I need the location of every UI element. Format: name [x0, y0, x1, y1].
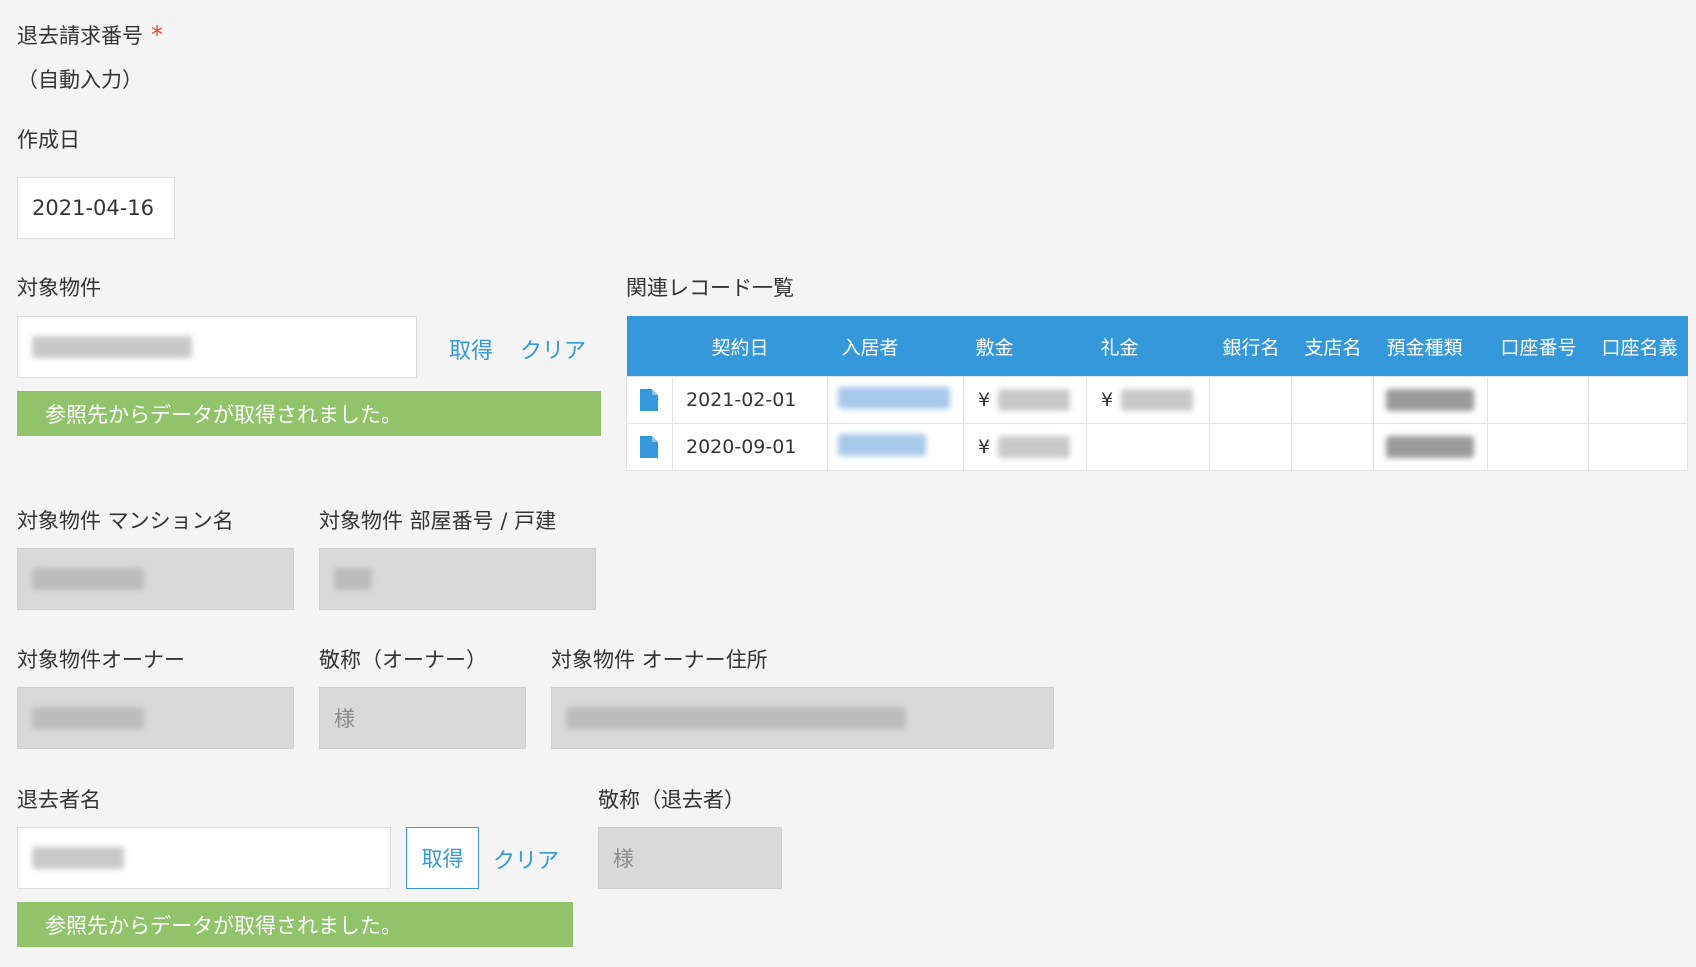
document-icon[interactable]: [640, 436, 658, 459]
mansion-name-label: 対象物件 マンション名: [17, 509, 234, 533]
deposit-cell: ¥: [963, 376, 1087, 424]
column-header: 支店名: [1291, 316, 1374, 377]
redacted-text: [32, 336, 192, 358]
leaver-name-label: 退去者名: [17, 788, 101, 812]
tenant-cell[interactable]: [827, 423, 964, 471]
owner-address-label: 対象物件 オーナー住所: [551, 648, 768, 672]
account-type-cell: [1373, 376, 1488, 424]
currency-symbol: ¥: [1101, 388, 1114, 411]
redacted-link[interactable]: [838, 386, 950, 409]
redacted-text: [998, 436, 1071, 459]
column-header: 敷金: [963, 316, 1087, 377]
table-header-row: 契約日 入居者 敷金 礼金 銀行名 支店名 預金種類 口座番号 口座名義: [626, 316, 1688, 377]
owner-address-field: [551, 687, 1054, 749]
leaver-clear-link[interactable]: クリア: [493, 843, 559, 875]
key-money-cell: [1086, 423, 1210, 471]
bank-name-cell: [1209, 376, 1292, 424]
property-input[interactable]: [17, 316, 417, 378]
leaver-get-button[interactable]: 取得: [406, 827, 479, 889]
account-holder-cell: [1588, 376, 1688, 424]
deposit-cell: ¥: [963, 423, 1087, 471]
column-header-icon: [626, 316, 673, 377]
redacted-text: [1386, 436, 1474, 459]
redacted-text: [32, 568, 144, 590]
key-money-cell: ¥: [1086, 376, 1210, 424]
branch-name-cell: [1291, 423, 1374, 471]
record-link-cell[interactable]: [626, 376, 673, 424]
tenant-cell[interactable]: [827, 376, 964, 424]
redacted-text: [32, 847, 124, 869]
table-row: 2020-09-01 ¥: [626, 423, 1688, 471]
redacted-text: [1121, 389, 1194, 412]
column-header: 契約日: [672, 316, 828, 377]
account-holder-cell: [1588, 423, 1688, 471]
property-label: 対象物件: [17, 276, 101, 300]
document-icon[interactable]: [640, 389, 658, 412]
related-records-table: 契約日 入居者 敷金 礼金 銀行名 支店名 預金種類 口座番号 口座名義 202…: [626, 316, 1688, 471]
room-number-label: 対象物件 部屋番号 / 戸建: [319, 509, 557, 533]
withdrawal-number-label-text: 退去請求番号: [17, 24, 143, 48]
leaver-honorific-field: 様: [598, 827, 782, 889]
leaver-honorific-label: 敬称（退去者）: [598, 788, 745, 812]
redacted-link[interactable]: [838, 433, 926, 456]
withdrawal-number-label: 退去請求番号 *: [17, 20, 163, 50]
currency-symbol: ¥: [978, 388, 991, 411]
redacted-text: [566, 707, 906, 729]
property-success-message: 参照先からデータが取得されました。: [17, 391, 601, 436]
property-clear-link[interactable]: クリア: [520, 333, 586, 365]
column-header: 入居者: [827, 316, 964, 377]
account-type-cell: [1373, 423, 1488, 471]
required-mark: *: [151, 21, 163, 49]
leaver-success-message: 参照先からデータが取得されました。: [17, 902, 573, 947]
created-date-label: 作成日: [17, 128, 80, 152]
account-number-cell: [1487, 423, 1589, 471]
owner-honorific-field: 様: [319, 687, 526, 749]
column-header: 口座名義: [1588, 316, 1688, 377]
property-get-link[interactable]: 取得: [449, 333, 493, 365]
room-number-field: [319, 548, 596, 610]
redacted-text: [32, 707, 144, 729]
mansion-name-field: [17, 548, 294, 610]
withdrawal-number-value: （自動入力）: [17, 68, 143, 92]
column-header: 口座番号: [1487, 316, 1589, 377]
branch-name-cell: [1291, 376, 1374, 424]
contract-date-cell: 2021-02-01: [672, 376, 828, 424]
redacted-text: [1386, 389, 1474, 412]
column-header: 礼金: [1086, 316, 1210, 377]
owner-honorific-label: 敬称（オーナー）: [319, 648, 487, 672]
created-date-field[interactable]: 2021-04-16: [17, 177, 175, 239]
redacted-text: [334, 568, 372, 590]
table-row: 2021-02-01 ¥ ¥: [626, 376, 1688, 424]
redacted-text: [998, 389, 1071, 412]
column-header: 預金種類: [1373, 316, 1488, 377]
contract-date-cell: 2020-09-01: [672, 423, 828, 471]
account-number-cell: [1487, 376, 1589, 424]
owner-label: 対象物件オーナー: [17, 648, 185, 672]
leaver-name-input[interactable]: [17, 827, 391, 889]
related-records-label: 関連レコード一覧: [626, 276, 794, 300]
record-link-cell[interactable]: [626, 423, 673, 471]
column-header: 銀行名: [1209, 316, 1292, 377]
currency-symbol: ¥: [978, 435, 991, 458]
bank-name-cell: [1209, 423, 1292, 471]
owner-field: [17, 687, 294, 749]
